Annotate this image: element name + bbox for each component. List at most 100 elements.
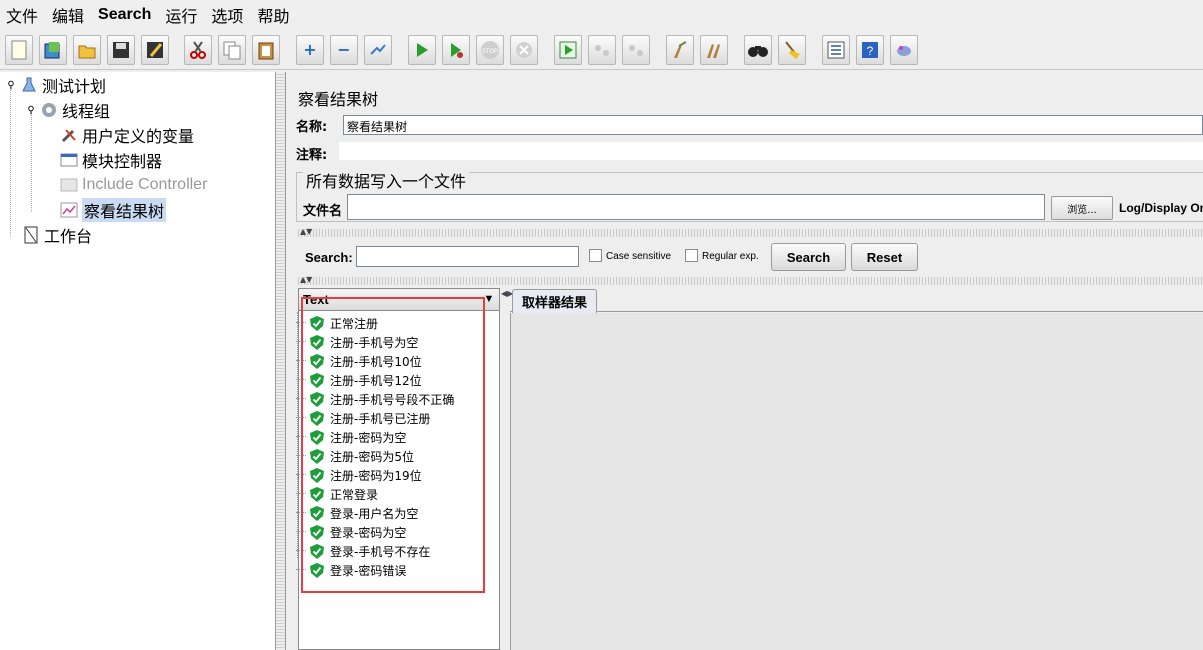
list-item-label: 登录-用户名为空: [330, 505, 418, 522]
expand-handle-icon[interactable]: ⚲: [6, 76, 16, 94]
list-item[interactable]: 登录-密码错误: [310, 561, 406, 579]
stop-icon[interactable]: STOP: [476, 35, 504, 65]
tree-node-test-plan[interactable]: ⚲ 测试计划: [6, 74, 106, 96]
shield-check-icon: [310, 335, 324, 350]
copy-icon[interactable]: [218, 35, 246, 65]
shield-check-icon: [310, 316, 324, 331]
remote-stop-icon[interactable]: [588, 35, 616, 65]
help-icon[interactable]: ?: [856, 35, 884, 65]
list-item[interactable]: 正常登录: [310, 485, 378, 503]
test-plan-tree: ⚲ 测试计划 ⚲ 线程组 用户定义的变量 模块控制器 Include Contr…: [0, 72, 276, 650]
list-item[interactable]: 注册-手机号10位: [310, 352, 422, 370]
menu-run[interactable]: 运行: [165, 3, 197, 27]
list-item[interactable]: 注册-密码为19位: [310, 466, 422, 484]
collapsible-divider[interactable]: ▲▼: [296, 229, 1203, 237]
tree-node-thread-group[interactable]: ⚲ 线程组: [26, 99, 110, 121]
menu-search[interactable]: Search: [98, 6, 151, 24]
new-icon[interactable]: [5, 35, 33, 65]
search-label: Search:: [305, 250, 353, 265]
list-item[interactable]: 注册-密码为5位: [310, 447, 414, 465]
save-as-icon[interactable]: [141, 35, 169, 65]
collapse-arrows-icon[interactable]: ▲▼: [300, 227, 312, 236]
results-splitter[interactable]: ◀▶: [500, 288, 510, 650]
list-item[interactable]: 登录-用户名为空: [310, 504, 418, 522]
collapse-arrows-icon[interactable]: ▲▼: [300, 275, 312, 284]
tree-node-user-variables[interactable]: 用户定义的变量: [60, 124, 194, 146]
remote-start-icon[interactable]: [554, 35, 582, 65]
paste-icon[interactable]: [252, 35, 280, 65]
open-icon[interactable]: [73, 35, 101, 65]
shield-check-icon: [310, 449, 324, 464]
sampler-result-content: [510, 313, 1203, 650]
search-input[interactable]: [356, 246, 579, 267]
search-button[interactable]: Search: [771, 243, 846, 271]
search-icon[interactable]: [744, 35, 772, 65]
reset-search-icon[interactable]: [778, 35, 806, 65]
tree-node-workbench[interactable]: 工作台: [22, 224, 92, 246]
expand-icon[interactable]: +: [296, 35, 324, 65]
start-no-timers-icon[interactable]: [442, 35, 470, 65]
tree-node-label: 线程组: [62, 98, 110, 122]
collapsible-divider[interactable]: ▲▼: [296, 277, 1203, 285]
tree-connector: [296, 550, 306, 551]
collapse-icon[interactable]: −: [330, 35, 358, 65]
list-item-label: 注册-密码为空: [330, 429, 406, 446]
page-title: 察看结果树: [298, 86, 378, 110]
list-item-label: 注册-手机号为空: [330, 334, 418, 351]
pane-splitter[interactable]: [276, 72, 286, 650]
regular-exp-checkbox[interactable]: [685, 249, 698, 262]
templates-icon[interactable]: [39, 35, 67, 65]
list-item-label: 注册-密码为5位: [330, 448, 414, 465]
remote-shutdown-icon[interactable]: [622, 35, 650, 65]
function-helper-icon[interactable]: [822, 35, 850, 65]
tree-connector: [296, 360, 306, 361]
results-tree-panel: 察看结果树 名称: 察看结果树 注释: 所有数据写入一个文件 文件名 浏览...…: [287, 72, 1203, 650]
toggle-icon[interactable]: [364, 35, 392, 65]
list-item[interactable]: 登录-手机号不存在: [310, 542, 430, 560]
list-item[interactable]: 注册-手机号为空: [310, 333, 418, 351]
name-field[interactable]: 察看结果树: [343, 115, 1203, 135]
browse-button[interactable]: 浏览...: [1051, 196, 1113, 220]
comment-field[interactable]: [339, 142, 1203, 160]
results-tabs: 取样器结果: [510, 288, 1203, 312]
filename-input[interactable]: [347, 194, 1045, 220]
list-item-label: 登录-手机号不存在: [330, 543, 430, 560]
tree-connector: [296, 398, 306, 399]
graph-icon: [60, 201, 78, 219]
tree-node-label: 测试计划: [42, 73, 106, 97]
list-item[interactable]: 注册-手机号已注册: [310, 409, 430, 427]
comment-label: 注释:: [296, 144, 327, 163]
save-icon[interactable]: [107, 35, 135, 65]
log-viewer-icon[interactable]: [890, 35, 918, 65]
expand-handle-icon[interactable]: ⚲: [26, 101, 36, 119]
list-item[interactable]: 注册-手机号号段不正确: [310, 390, 454, 408]
list-item-label: 注册-手机号号段不正确: [330, 391, 454, 408]
menu-options[interactable]: 选项: [211, 3, 243, 27]
list-item-label: 注册-手机号12位: [330, 372, 422, 389]
filename-label: 文件名: [303, 200, 342, 219]
list-item[interactable]: 注册-密码为空: [310, 428, 406, 446]
clear-icon[interactable]: [666, 35, 694, 65]
menu-file[interactable]: 文件: [6, 3, 38, 27]
tree-node-include-controller[interactable]: Include Controller: [60, 174, 207, 196]
menu-edit[interactable]: 编辑: [52, 3, 84, 27]
renderer-select[interactable]: Text ▼: [299, 289, 499, 311]
reset-button[interactable]: Reset: [851, 243, 918, 271]
clear-all-icon[interactable]: [700, 35, 728, 65]
list-item[interactable]: 正常注册: [310, 314, 378, 332]
cut-icon[interactable]: [184, 35, 212, 65]
name-label: 名称:: [296, 116, 327, 135]
tree-node-module-controller[interactable]: 模块控制器: [60, 149, 162, 171]
case-sensitive-checkbox[interactable]: [589, 249, 602, 262]
wrench-icon: [60, 126, 78, 144]
chevron-down-icon[interactable]: ▼: [481, 291, 497, 307]
start-icon[interactable]: [408, 35, 436, 65]
regular-exp-label: Regular exp.: [702, 251, 759, 262]
list-item[interactable]: 登录-密码为空: [310, 523, 406, 541]
shutdown-icon[interactable]: [510, 35, 538, 65]
menu-help[interactable]: 帮助: [257, 3, 289, 27]
list-item-label: 登录-密码错误: [330, 562, 406, 579]
tree-node-results-tree[interactable]: 察看结果树: [60, 199, 166, 221]
tab-sampler-result[interactable]: 取样器结果: [512, 289, 597, 313]
list-item[interactable]: 注册-手机号12位: [310, 371, 422, 389]
